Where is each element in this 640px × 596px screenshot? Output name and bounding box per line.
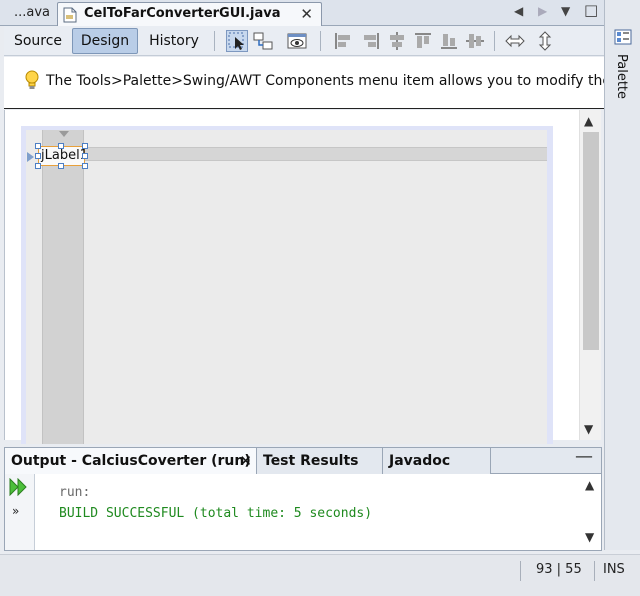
toolbar-separator (214, 31, 215, 51)
anchor-top-icon (59, 131, 69, 137)
palette-icon[interactable] (614, 28, 632, 46)
align-left-icon[interactable] (332, 30, 354, 52)
palette-sidebar[interactable]: Palette (604, 0, 640, 550)
editor-tab-title: CelToFarConverterGUI.java (84, 6, 281, 21)
resize-handle[interactable] (58, 143, 64, 149)
restore-window-icon[interactable]: □ (584, 1, 598, 19)
layout-guide-row (84, 147, 547, 161)
editor-tab-active[interactable]: CelToFarConverterGUI.java ✕ (57, 2, 322, 26)
scroll-down-icon[interactable]: ▼ (584, 422, 593, 436)
scrollbar-thumb[interactable] (583, 132, 599, 350)
java-file-icon (63, 7, 77, 23)
more-actions-icon[interactable]: » (12, 504, 19, 518)
align-top-icon[interactable] (412, 30, 434, 52)
close-icon[interactable]: ✕ (300, 3, 313, 25)
scroll-tabs-right-icon[interactable]: ▶ (538, 4, 547, 18)
toolbar-separator (494, 31, 495, 51)
insert-mode[interactable]: INS (603, 562, 625, 577)
palette-label[interactable]: Palette (614, 54, 629, 99)
scroll-tabs-left-icon[interactable]: ◀ (514, 4, 523, 18)
tab-output[interactable]: Output - CalciusCoverter (run) ✕ (5, 448, 257, 474)
align-right-icon[interactable] (360, 30, 382, 52)
resize-handle[interactable] (35, 153, 41, 159)
tab-javadoc[interactable]: Javadoc (383, 448, 491, 474)
source-view-button[interactable]: Source (6, 28, 70, 54)
resize-handle[interactable] (35, 163, 41, 169)
editor-tab-bar: ...ava CelToFarConverterGUI.java ✕ ◀ ▶ ▼… (0, 0, 604, 26)
minimize-icon[interactable]: — (575, 446, 593, 467)
hint-text: The Tools>Palette>Swing/AWT Components m… (46, 73, 604, 89)
horizontal-resize-icon[interactable] (504, 30, 526, 52)
status-bar: 93 | 55 INS (0, 554, 640, 596)
center-vertically-icon[interactable] (464, 30, 486, 52)
editor-tab-previous[interactable]: ...ava (4, 2, 56, 26)
status-separator (520, 561, 521, 581)
resize-handle[interactable] (58, 163, 64, 169)
design-vertical-scrollbar[interactable]: ▲ ▼ (579, 110, 601, 440)
caret-position: 93 | 55 (536, 562, 582, 577)
resize-handle[interactable] (35, 143, 41, 149)
close-icon[interactable]: ✕ (239, 448, 252, 474)
resize-handle[interactable] (82, 143, 88, 149)
design-canvas[interactable]: jLabel1 ▲ ▼ (4, 110, 601, 444)
anchor-left-icon (27, 152, 34, 162)
design-view-button[interactable]: Design (72, 28, 138, 54)
output-window: Output - CalciusCoverter (run) ✕ Test Re… (4, 446, 602, 551)
jframe-form[interactable] (26, 130, 547, 444)
scroll-up-icon[interactable]: ▲ (585, 478, 594, 492)
output-action-bar: » (5, 474, 35, 550)
connection-mode-icon[interactable] (252, 30, 274, 52)
design-toolbar: Source Design History (4, 26, 604, 56)
lightbulb-icon (25, 70, 39, 89)
hint-bar: The Tools>Palette>Swing/AWT Components m… (4, 57, 604, 109)
tab-test-results[interactable]: Test Results (257, 448, 383, 474)
output-tab-bar: Output - CalciusCoverter (run) ✕ Test Re… (5, 446, 601, 474)
output-scrollbar[interactable]: ▲ ▼ (581, 474, 601, 550)
center-horizontally-icon[interactable] (386, 30, 408, 52)
align-bottom-icon[interactable] (438, 30, 460, 52)
preview-design-icon[interactable] (286, 30, 308, 52)
resize-handle[interactable] (82, 153, 88, 159)
output-line-build: BUILD SUCCESSFUL (total time: 5 seconds) (59, 506, 373, 521)
resize-handle[interactable] (82, 163, 88, 169)
toolbar-separator (320, 31, 321, 51)
output-console: run: BUILD SUCCESSFUL (total time: 5 sec… (59, 482, 372, 524)
scroll-down-icon[interactable]: ▼ (585, 530, 594, 544)
vertical-resize-icon[interactable] (534, 30, 556, 52)
history-view-button[interactable]: History (140, 28, 208, 54)
rerun-icon[interactable] (8, 478, 30, 496)
status-separator (594, 561, 595, 581)
tab-output-label: Output - CalciusCoverter (run) (11, 453, 251, 469)
tab-list-dropdown-icon[interactable]: ▼ (561, 4, 570, 18)
output-line-run: run: (59, 485, 91, 500)
scroll-up-icon[interactable]: ▲ (584, 114, 593, 128)
selection-mode-icon[interactable] (226, 30, 248, 52)
layout-guide-column (42, 130, 84, 444)
